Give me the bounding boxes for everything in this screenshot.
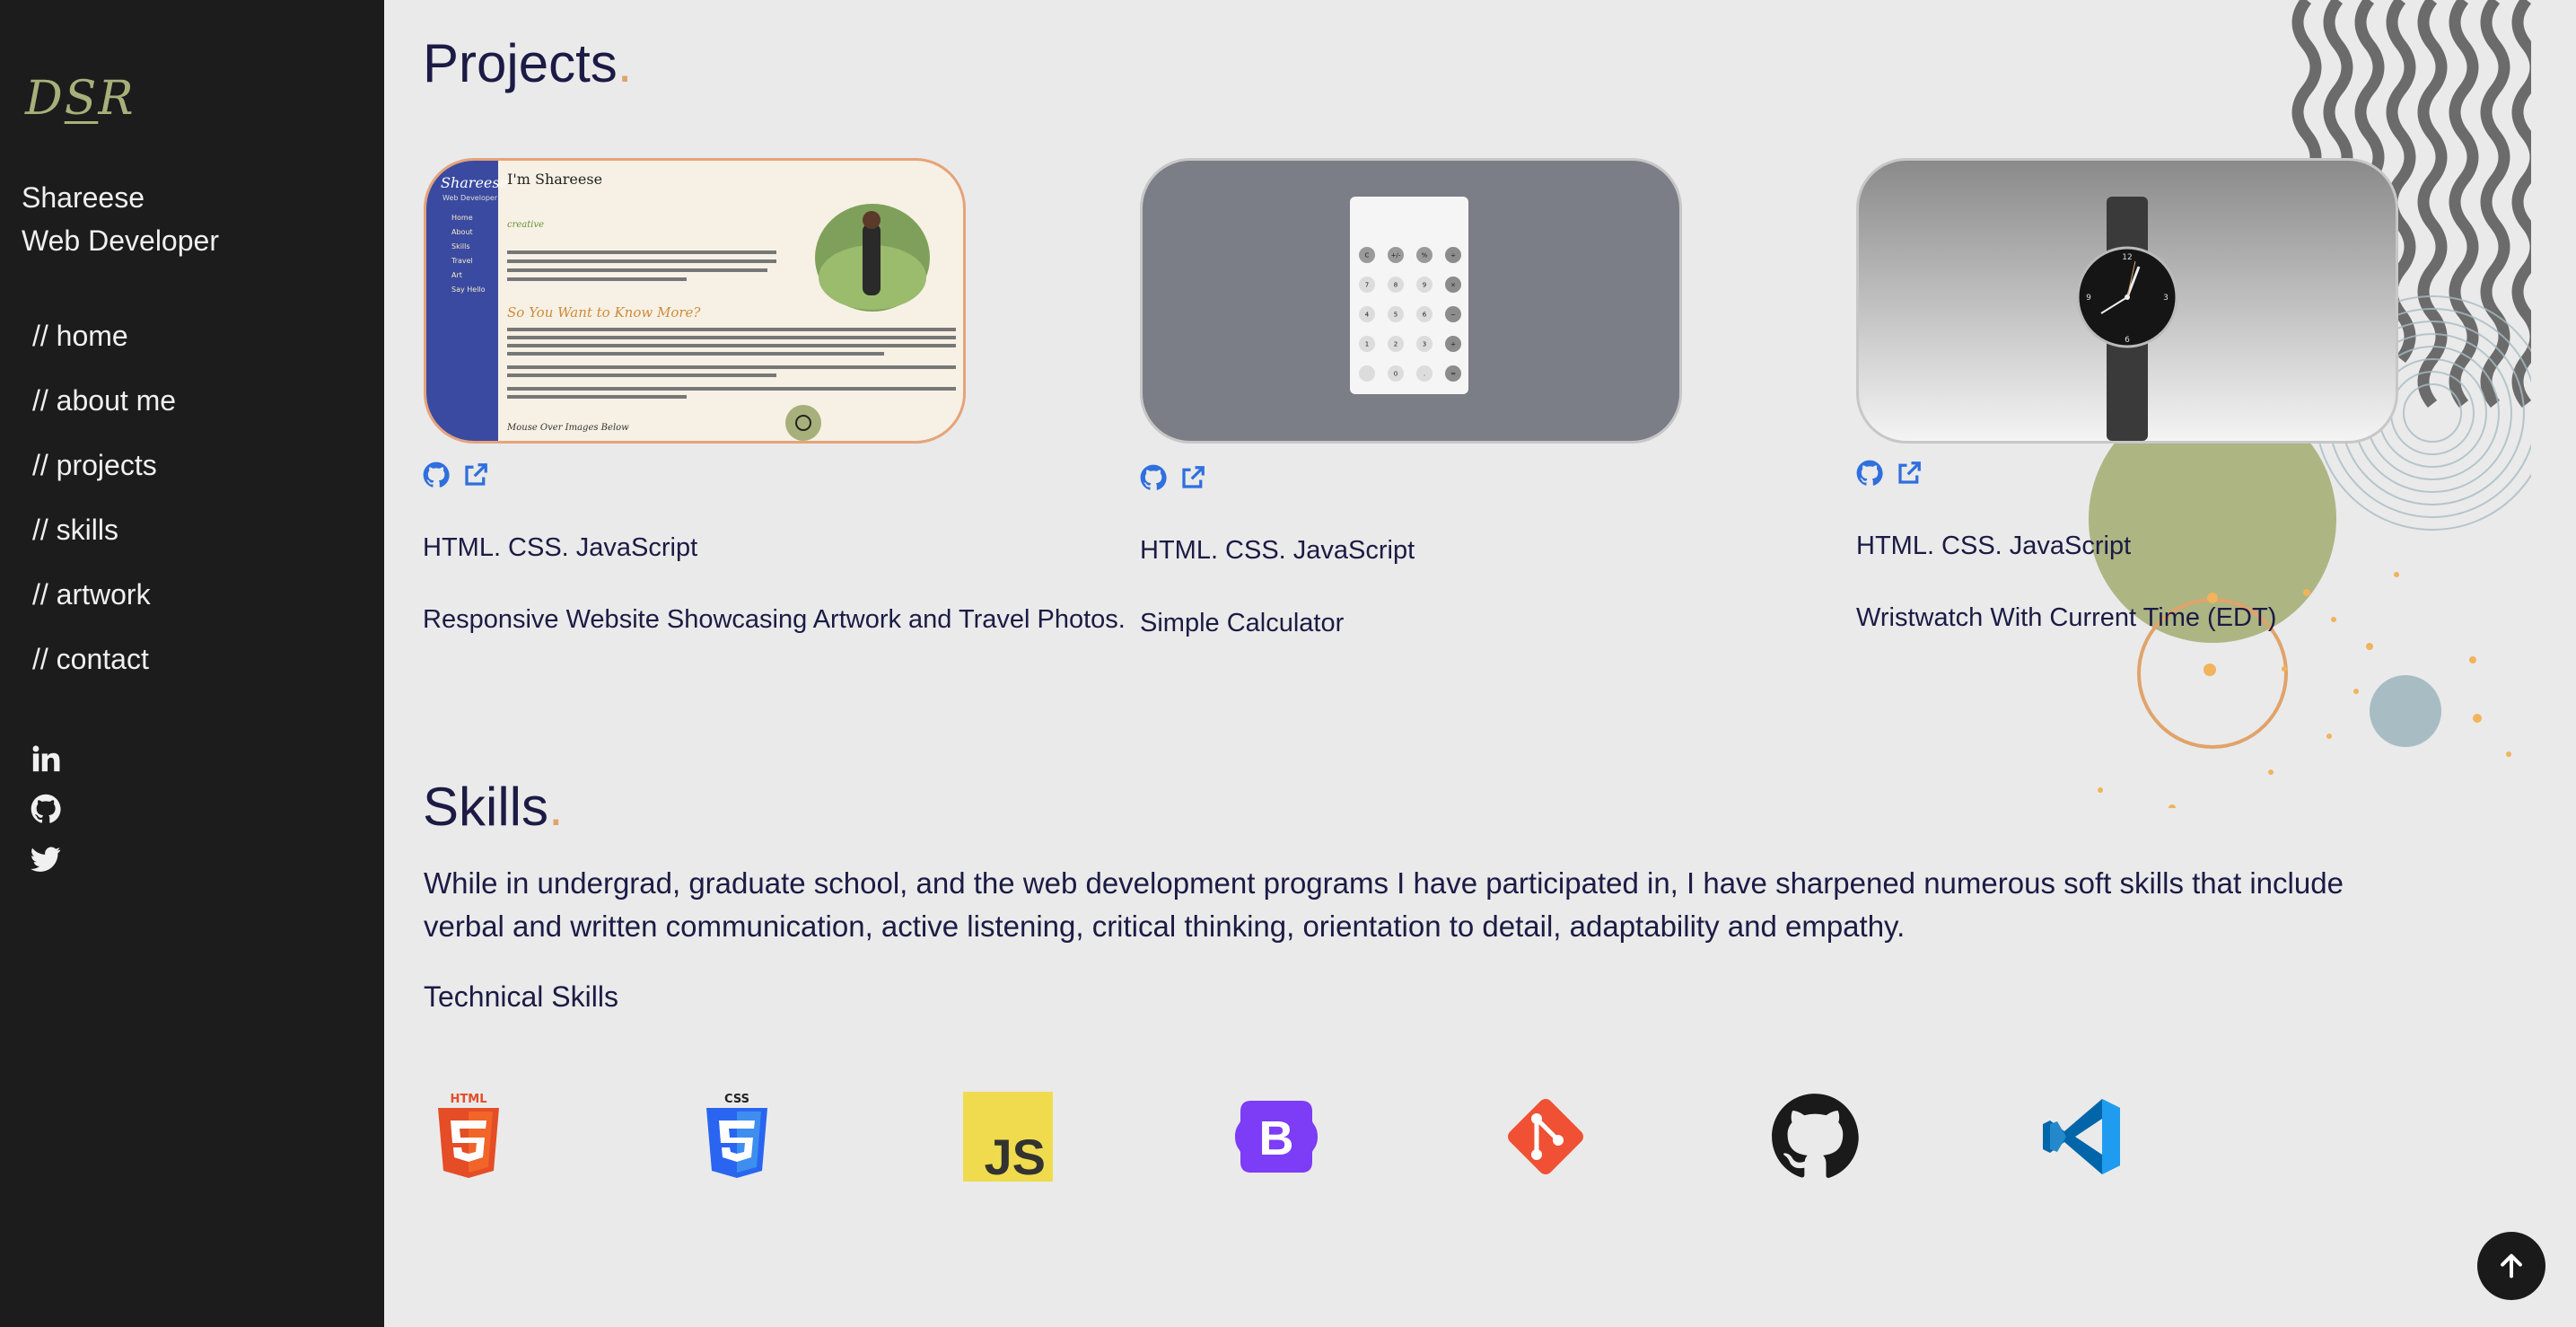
calculator-key-label: 2: [1394, 341, 1398, 348]
html5-label: HTML: [451, 1093, 487, 1106]
github-icon[interactable]: [1140, 464, 1167, 491]
calculator-key-label: 8: [1394, 282, 1398, 289]
logo-underlined: S: [64, 72, 99, 126]
calculator-key-label: 3: [1423, 341, 1426, 348]
preview-footer: Mouse Over Images Below: [506, 423, 629, 433]
skills-title-dot: .: [548, 777, 564, 837]
external-link-icon[interactable]: [1896, 460, 1923, 487]
calculator-key-label: ÷: [1450, 252, 1456, 259]
portfolio-preview-image: Shareese Web Developer Home About Skills…: [426, 161, 956, 441]
calculator-preview-image: C +/-% ÷ 7 8 9 × 4 5 6 − 1 2 3 +0. =: [1350, 197, 1468, 394]
calculator-key-label: 1: [1365, 341, 1369, 348]
calculator-key: [1359, 365, 1375, 382]
arrow-up-icon: [2501, 1253, 2522, 1279]
javascript-label: JS: [984, 1129, 1047, 1185]
skills-title: Skills.: [423, 776, 564, 838]
project-links-calculator: [1140, 464, 1206, 491]
project-description-calculator: Simple Calculator: [1140, 609, 1345, 637]
calculator-key-label: 9: [1423, 282, 1426, 289]
preview-brand: Shareese: [441, 174, 508, 191]
wristwatch-preview-image: 12 3 6 9: [2076, 197, 2178, 441]
external-link-icon[interactable]: [462, 461, 489, 488]
github-icon: [1772, 1094, 1859, 1178]
project-tech-calculator: HTML. CSS. JavaScript: [1140, 536, 1415, 565]
project-card-wristwatch[interactable]: 12 3 6 9: [1856, 158, 2398, 444]
logo[interactable]: DSR: [25, 72, 135, 126]
calculator-key-label: ×: [1450, 282, 1456, 289]
nav-item-artwork[interactable]: // artwork: [32, 571, 176, 636]
projects-title: Projects.: [423, 32, 632, 94]
skills-title-text: Skills: [423, 777, 549, 837]
project-links-portfolio: [423, 461, 489, 488]
preview-subheading: So You Want to Know More?: [507, 304, 701, 321]
preview-brand-sub: Web Developer: [442, 194, 498, 202]
nav-item-home[interactable]: // home: [32, 312, 176, 377]
github-icon[interactable]: [1856, 460, 1883, 487]
html5-icon: HTML: [438, 1093, 499, 1178]
css3-label: CSS: [724, 1093, 749, 1106]
calculator-key-label: +: [1450, 341, 1456, 348]
preview-heading: I'm Shareese: [507, 171, 602, 188]
project-description-wristwatch: Wristwatch With Current Time (EDT): [1856, 603, 2277, 632]
preview-nav-3: Travel: [451, 257, 473, 265]
preview-tagline: creative: [507, 220, 544, 230]
project-card-portfolio[interactable]: Shareese Web Developer Home About Skills…: [424, 158, 966, 444]
preview-nav-2: Skills: [451, 242, 470, 250]
calculator-key-label: 4: [1365, 312, 1370, 319]
calculator-key-label: C: [1365, 252, 1370, 259]
preview-nav-4: Art: [451, 271, 462, 279]
calculator-key-label: +/-: [1391, 252, 1401, 259]
calculator-key-label: 7: [1365, 282, 1369, 289]
project-links-wristwatch: [1856, 460, 1923, 487]
github-icon[interactable]: [423, 461, 450, 488]
sidebar: DSR Shareese Web Developer // home // ab…: [0, 0, 384, 1327]
logo-prefix: D: [25, 72, 65, 126]
project-tech-wristwatch: HTML. CSS. JavaScript: [1856, 532, 2132, 560]
vscode-icon: [2043, 1099, 2120, 1174]
javascript-icon: JS: [963, 1092, 1053, 1182]
calculator-key-label: 0: [1394, 371, 1398, 378]
calculator-key-label: .: [1424, 371, 1425, 378]
css3-icon: CSS: [706, 1093, 767, 1178]
linkedin-icon[interactable]: [31, 743, 61, 774]
calculator-key-label: %: [1422, 252, 1428, 259]
git-icon: [1508, 1099, 1583, 1174]
calculator-key-label: 5: [1394, 312, 1398, 319]
nav-item-skills[interactable]: // skills: [32, 506, 176, 571]
preview-nav-5: Say Hello: [451, 286, 486, 294]
project-tech-portfolio: HTML. CSS. JavaScript: [423, 533, 698, 562]
nav-item-about-me[interactable]: // about me: [32, 377, 176, 442]
project-description-portfolio: Responsive Website Showcasing Artwork an…: [423, 605, 1126, 634]
logo-suffix: R: [98, 72, 136, 126]
calculator-key-label: 6: [1423, 312, 1427, 319]
social-links: [31, 743, 61, 894]
preview-nav-0: Home: [451, 214, 473, 222]
intro: Shareese Web Developer: [22, 176, 219, 262]
skills-paragraph: While in undergrad, graduate school, and…: [424, 866, 2344, 943]
owner-role: Web Developer: [22, 224, 219, 257]
bootstrap-icon: B: [1235, 1101, 1318, 1173]
twitter-icon[interactable]: [31, 844, 61, 874]
back-to-top-button[interactable]: [2477, 1232, 2545, 1300]
calculator-key-label: =: [1450, 371, 1456, 378]
project-card-calculator[interactable]: C +/-% ÷ 7 8 9 × 4 5 6 − 1 2 3 +0. =: [1140, 158, 1682, 444]
nav-item-contact[interactable]: // contact: [32, 636, 176, 700]
clock-number-6: 6: [2125, 336, 2130, 345]
owner-name: Shareese: [22, 181, 145, 214]
technical-skills-title: Technical Skills: [424, 980, 618, 1013]
github-icon[interactable]: [31, 794, 61, 824]
projects-title-dot: .: [617, 33, 633, 93]
clock-number-12: 12: [2122, 253, 2132, 262]
projects-title-text: Projects: [423, 33, 618, 93]
preview-nav-1: About: [451, 228, 473, 236]
nav-item-projects[interactable]: // projects: [32, 442, 176, 506]
calculator-key-label: −: [1450, 312, 1456, 319]
clock-number-9: 9: [2086, 294, 2091, 303]
sidebar-nav: // home // about me // projects // skill…: [32, 312, 176, 700]
clock-number-3: 3: [2163, 294, 2169, 303]
bootstrap-label: B: [1259, 1112, 1294, 1165]
external-link-icon[interactable]: [1179, 464, 1206, 491]
